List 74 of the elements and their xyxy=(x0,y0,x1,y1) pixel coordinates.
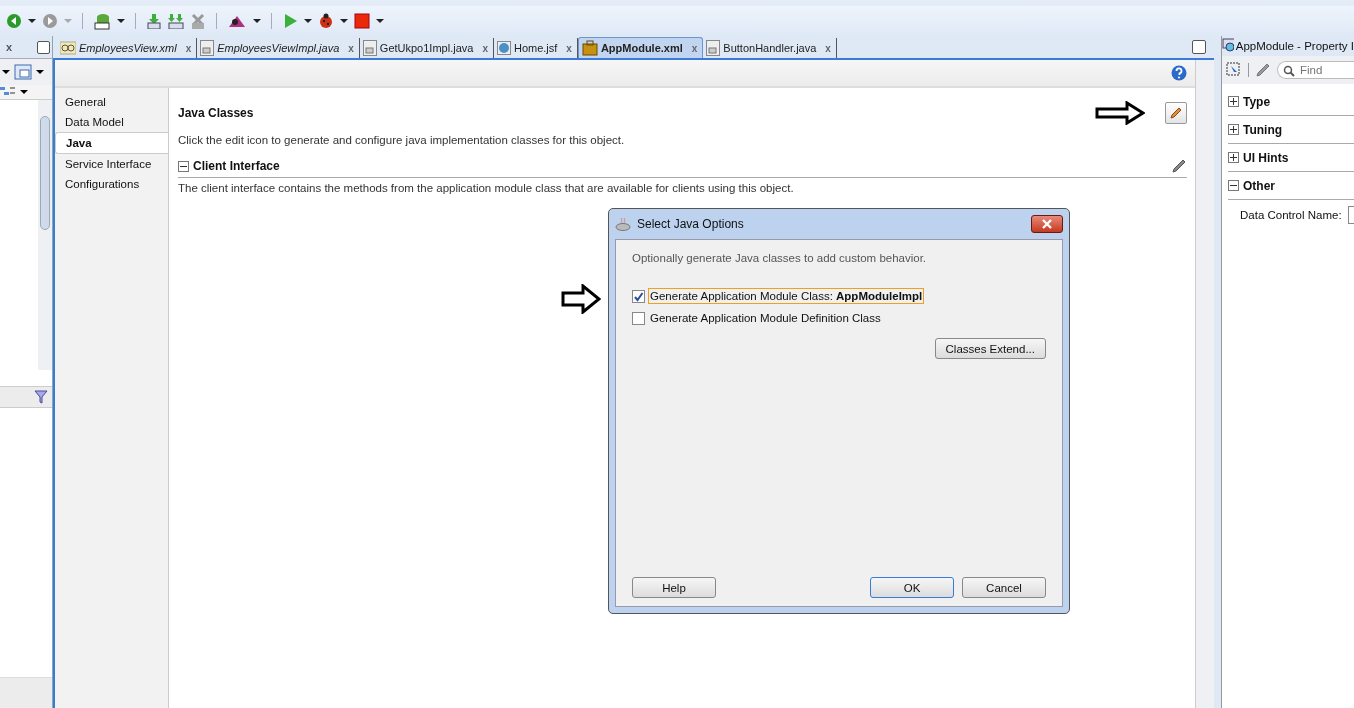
filter-icon[interactable] xyxy=(34,390,48,404)
globe-icon xyxy=(496,41,511,55)
caret-icon[interactable] xyxy=(20,90,28,94)
section-title: Type xyxy=(1243,94,1271,109)
forward-icon[interactable] xyxy=(42,13,58,29)
dialog-description: Optionally generate Java classes to add custom behavior. xyxy=(632,252,928,264)
arrow-icon xyxy=(561,284,601,314)
nav-item[interactable]: Java xyxy=(55,132,168,154)
pencil-icon[interactable] xyxy=(1255,62,1271,78)
minimize-button[interactable] xyxy=(37,40,50,54)
editor-tab[interactable]: ButtonHandler.java x xyxy=(703,38,837,58)
section-title: Other xyxy=(1243,178,1275,193)
expand-icon[interactable] xyxy=(1228,152,1239,163)
download-icon[interactable] xyxy=(168,13,184,29)
nav-item[interactable]: Data Model xyxy=(55,112,168,132)
edit-button[interactable] xyxy=(1165,102,1187,124)
editor-tab[interactable]: Home.jsf x xyxy=(493,38,578,58)
caret-icon[interactable] xyxy=(376,19,384,23)
dialog-button[interactable]: Cancel xyxy=(962,577,1046,598)
checkbox[interactable] xyxy=(632,289,645,303)
close-icon xyxy=(1040,219,1054,229)
section-description: Click the edit icon to generate and configure java implementation classes for this object. xyxy=(178,134,626,146)
nav-item[interactable]: Configurations xyxy=(55,174,168,194)
glasses-icon xyxy=(60,41,76,55)
caret-icon[interactable] xyxy=(28,19,36,23)
section-description: The client interface contains the methods from the application module class that are available for clients using this object. xyxy=(178,182,795,194)
select-icon[interactable] xyxy=(1226,62,1242,78)
section-title: Tuning xyxy=(1243,122,1283,137)
arrow-icon xyxy=(1095,101,1145,125)
dialog-title: Select Java Options xyxy=(637,217,744,231)
close-glyph[interactable]: x xyxy=(6,41,13,53)
help-icon[interactable] xyxy=(1171,65,1187,81)
caret-icon[interactable] xyxy=(253,19,261,23)
editor-tab[interactable]: GetUkpo1Impl.java x xyxy=(359,38,494,58)
search-field[interactable]: Find xyxy=(1277,61,1354,79)
editor-tab[interactable]: EmployeesView.xml x xyxy=(57,38,198,58)
nav-item[interactable]: Service Interface xyxy=(55,154,168,174)
panel-title: AppModule - Property I xyxy=(1235,40,1354,52)
field-label: Data Control Name: xyxy=(1240,209,1342,221)
database-icon[interactable] xyxy=(93,12,111,30)
disabled-tool-icon xyxy=(190,13,206,29)
expand-icon[interactable] xyxy=(1228,96,1239,107)
editor-tab[interactable]: EmployeesViewImpl.java x xyxy=(197,38,360,58)
dialog-button[interactable]: OK xyxy=(870,577,954,598)
briefcase-icon xyxy=(581,40,598,56)
editor-tab[interactable]: AppModule.xml x xyxy=(577,37,704,58)
classes-extend-button[interactable]: Classes Extend... xyxy=(934,338,1046,359)
caret-icon[interactable] xyxy=(117,19,125,23)
back-icon[interactable] xyxy=(6,13,22,29)
caret-icon[interactable] xyxy=(2,70,10,74)
expand-icon[interactable] xyxy=(1228,124,1239,135)
tab-list-button[interactable] xyxy=(1192,40,1206,54)
caret-icon[interactable] xyxy=(304,19,312,23)
caret-icon[interactable] xyxy=(36,70,44,74)
section-title: UI Hints xyxy=(1243,150,1289,165)
section-title: Java Classes xyxy=(178,106,254,120)
search-icon[interactable] xyxy=(1283,65,1295,77)
bug-icon[interactable] xyxy=(318,13,334,29)
pencil-icon xyxy=(1169,106,1183,120)
download-icon[interactable] xyxy=(146,13,162,29)
close-button[interactable] xyxy=(1031,215,1063,233)
section-title: Client Interface xyxy=(193,159,280,173)
checkbox-label[interactable]: Generate Application Module Definition Class xyxy=(648,310,883,326)
collapse-icon[interactable] xyxy=(178,160,189,172)
caret-icon[interactable] xyxy=(340,19,348,23)
pencil-icon[interactable] xyxy=(1171,158,1187,174)
scrollbar[interactable] xyxy=(38,100,52,370)
expand-icon[interactable] xyxy=(1228,180,1239,191)
dialog-button[interactable]: Help xyxy=(632,577,716,598)
nav-item[interactable]: General xyxy=(55,92,168,112)
checkbox[interactable] xyxy=(632,311,645,325)
checkbox-label[interactable]: Generate Application Module Class: AppModuleImpl xyxy=(648,288,925,304)
caret-icon xyxy=(64,19,72,23)
scrollbar[interactable] xyxy=(1195,60,1214,708)
